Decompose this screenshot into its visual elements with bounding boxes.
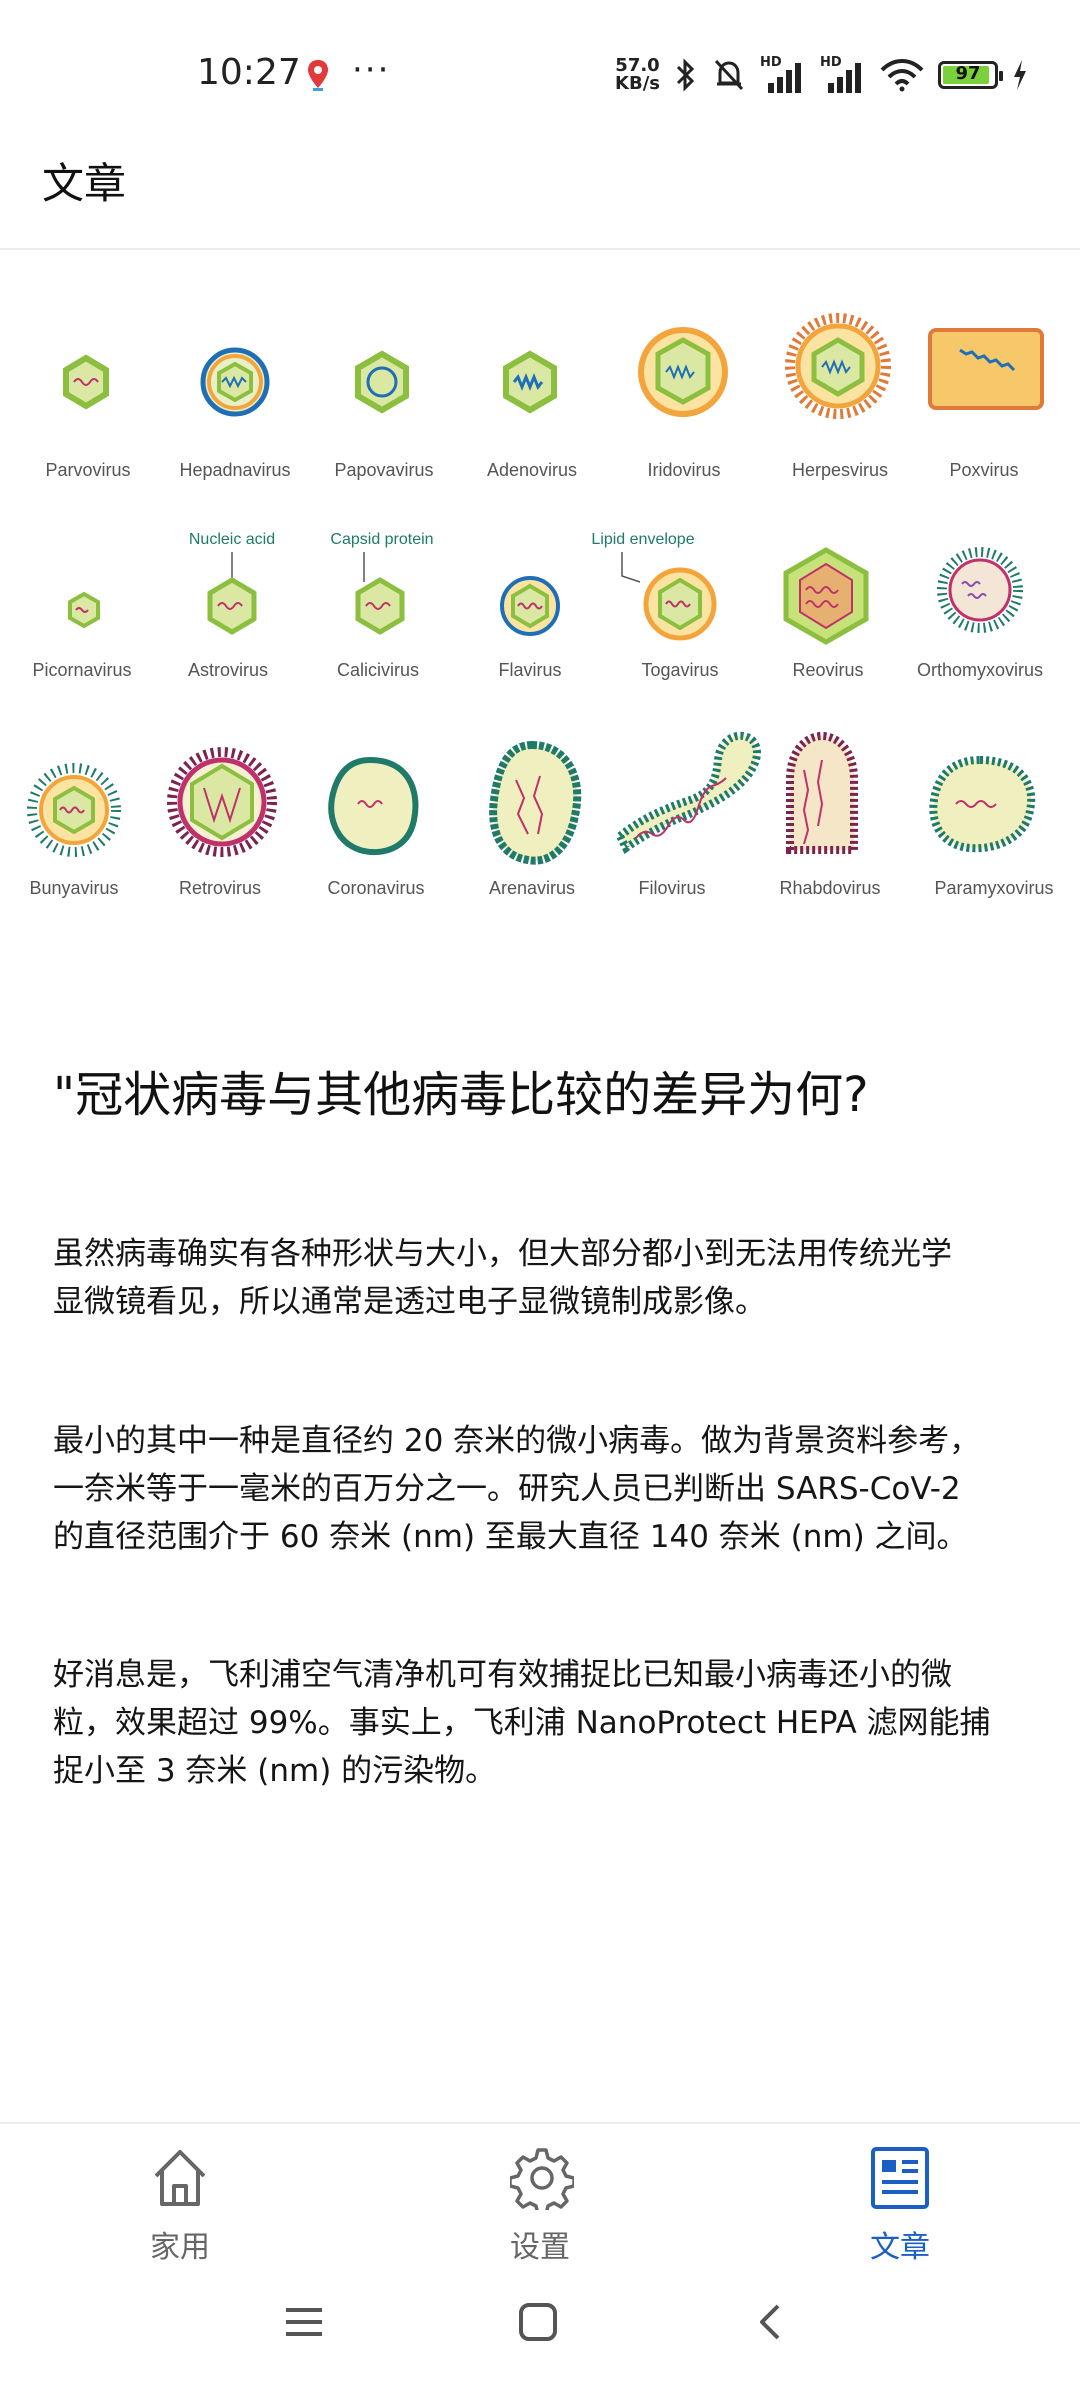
system-navigation-bar (0, 2272, 1080, 2400)
home-square-icon[interactable] (518, 2302, 558, 2342)
filovirus-drawing (614, 731, 761, 854)
paragraph-line: 好消息是，飞利浦空气清净机可有效捕捉比已知最小病毒还小的微 (53, 1657, 952, 1693)
picornavirus-drawing (68, 591, 100, 629)
virus-types-illustration: Parvovirus Hepadnavirus Papovavirus Aden… (27, 313, 1054, 898)
label-herpesvirus: Herpesvirus (792, 460, 888, 480)
iridovirus-drawing (638, 327, 728, 417)
label-paramyxovirus: Paramyxovirus (934, 878, 1053, 898)
tab-home-label: 家用 (150, 2230, 210, 2265)
article-heading-block: "冠状病毒与其他病毒比较的差异为何? (53, 1055, 1033, 1125)
tab-home[interactable]: 家用 (80, 2124, 280, 2274)
orthomyxovirus-drawing (937, 547, 1023, 633)
back-icon[interactable] (756, 2302, 786, 2342)
tab-settings[interactable]: 设置 (440, 2124, 640, 2274)
paragraph-line: 一奈米等于一毫米的百万分之一。研究人员已判断出 SARS-CoV-2 (53, 1471, 961, 1507)
network-speed: 57.0 KB/s (615, 55, 660, 94)
signal-bars-icon (828, 63, 861, 93)
page-title: 文章 (42, 159, 127, 208)
papovavirus-drawing (355, 350, 409, 414)
more-notifications-icon: ··· (352, 50, 391, 90)
clock: 10:27 (197, 52, 301, 93)
status-icons: 57.0 KB/s HD HD 97 (615, 52, 1028, 98)
signal-2: HD (820, 55, 866, 95)
retrovirus-drawing (167, 747, 277, 857)
article-icon (871, 2147, 929, 2209)
signal-bars-icon (768, 63, 801, 93)
flavirus-drawing (500, 576, 560, 636)
label-reovirus: Reovirus (792, 660, 863, 680)
astrovirus-drawing (207, 577, 257, 635)
paragraph-line: 最小的其中一种是直径约 20 奈米的微小病毒。做为背景资料参考， (53, 1423, 981, 1459)
signal-1: HD (760, 55, 806, 95)
reovirus-drawing (783, 547, 869, 645)
label-arenavirus: Arenavirus (489, 878, 575, 898)
herpesvirus-drawing (785, 313, 891, 419)
bell-muted-icon (714, 59, 744, 91)
label-togavirus: Togavirus (641, 660, 718, 680)
paramyxovirus-drawing (929, 755, 1036, 853)
label-rhabdovirus: Rhabdovirus (779, 878, 880, 898)
label-astrovirus: Astrovirus (188, 660, 268, 680)
label-picornavirus: Picornavirus (32, 660, 131, 680)
paragraph-2: 最小的其中一种是直径约 20 奈米的微小病毒。做为背景资料参考， 一奈米等于一毫… (53, 1417, 1033, 1561)
tab-articles-label: 文章 (870, 2230, 930, 2265)
home-icon (154, 2150, 206, 2206)
wifi-icon (880, 59, 924, 92)
paragraph-line: 捉小至 3 奈米 (nm) 的污染物。 (53, 1753, 497, 1789)
paragraph-line: 虽然病毒确实有各种形状与大小，但大部分都小到无法用传统光学 (53, 1236, 952, 1272)
togavirus-drawing (643, 567, 717, 641)
hepadnavirus-drawing (200, 347, 270, 417)
annotation-lipid-envelope: Lipid envelope (591, 531, 694, 548)
paragraph-1: 虽然病毒确实有各种形状与大小，但大部分都小到无法用传统光学 显微镜看见，所以通常… (53, 1230, 1033, 1326)
annotation-capsid-protein: Capsid protein (330, 531, 433, 548)
label-papovavirus: Papovavirus (334, 460, 433, 480)
arenavirus-drawing (489, 740, 582, 865)
label-filovirus: Filovirus (638, 878, 705, 898)
rhabdovirus-drawing (786, 731, 858, 854)
paragraph-3: 好消息是，飞利浦空气清净机可有效捕捉比已知最小病毒还小的微 粒，效果超过 99%… (53, 1651, 1033, 1795)
coronavirus-drawing (328, 756, 419, 856)
label-iridovirus: Iridovirus (647, 460, 720, 480)
label-calicivirus: Calicivirus (337, 660, 419, 680)
paragraph-line: 显微镜看见，所以通常是透过电子显微镜制成影像。 (53, 1284, 766, 1320)
poxvirus-drawing (928, 328, 1044, 410)
battery-icon: 97 (938, 61, 1003, 89)
adenovirus-drawing (503, 350, 557, 414)
status-bar: 10:27 ··· 57.0 KB/s HD HD 97 (0, 0, 1080, 140)
bluetooth-icon (676, 58, 695, 92)
article-heading: "冠状病毒与其他病毒比较的差异为何? (53, 1067, 869, 1123)
paragraph-line: 粒，效果超过 99%。事实上，飞利浦 NanoProtect HEPA 滤网能捕 (53, 1705, 991, 1741)
location-pin-icon (308, 60, 328, 91)
paragraph-line: 的直径范围介于 60 奈米 (nm) 至最大直径 140 奈米 (nm) 之间。 (53, 1519, 968, 1555)
label-retrovirus: Retrovirus (179, 878, 261, 898)
label-adenovirus: Adenovirus (487, 460, 577, 480)
tab-articles[interactable]: 文章 (800, 2124, 1000, 2274)
app-header (0, 140, 1080, 250)
label-parvovirus: Parvovirus (45, 460, 130, 480)
calicivirus-drawing (355, 577, 405, 635)
tab-settings-label: 设置 (510, 2230, 570, 2265)
label-hepadnavirus: Hepadnavirus (179, 460, 290, 480)
gear-icon (510, 2148, 574, 2210)
parvovirus-drawing (63, 354, 109, 410)
bottom-tab-bar: 家用 设置 文章 (0, 2122, 1080, 2274)
bunyavirus-drawing (27, 763, 121, 857)
menu-icon[interactable] (284, 2302, 324, 2342)
annotation-nucleic-acid: Nucleic acid (189, 531, 275, 548)
label-orthomyxovirus: Orthomyxovirus (917, 660, 1043, 680)
charging-icon (1014, 60, 1026, 90)
label-poxvirus: Poxvirus (949, 460, 1018, 480)
label-coronavirus: Coronavirus (327, 878, 424, 898)
label-bunyavirus: Bunyavirus (29, 878, 118, 898)
label-flavirus: Flavirus (498, 660, 561, 680)
